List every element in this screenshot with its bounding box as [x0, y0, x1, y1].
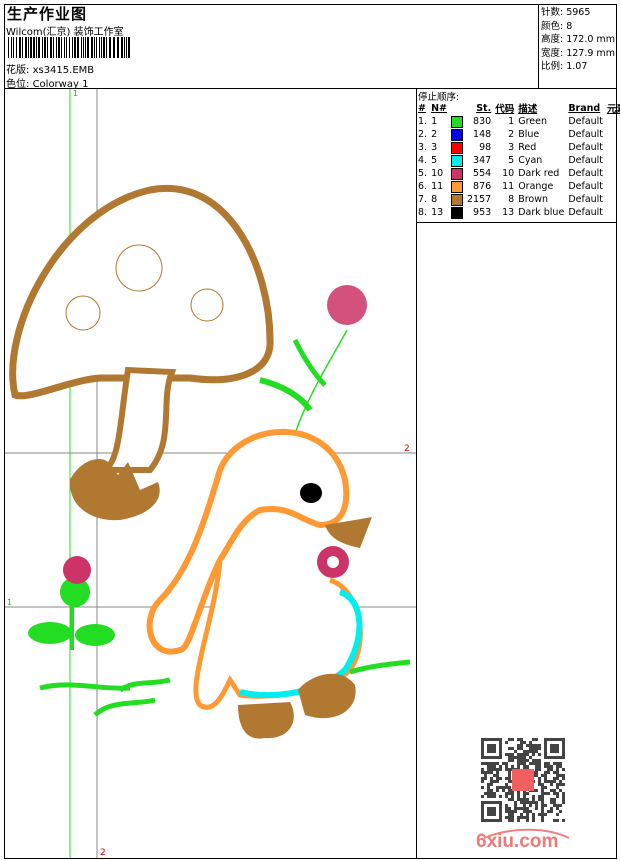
bird: [146, 428, 372, 739]
qr-code: [481, 738, 565, 822]
guide-label-h2: 2: [404, 444, 410, 454]
embroidery-canvas: 1 2 1 2: [5, 89, 416, 858]
guide-label-v1: 1: [73, 89, 78, 98]
guide-label-v2: 2: [100, 848, 106, 858]
guide-label-h1: 1: [7, 598, 12, 607]
watermark-logo: 6xiu.com: [474, 826, 574, 854]
tulip: [28, 556, 115, 650]
seal-icon: [512, 769, 534, 791]
production-sheet: 生产作业图 Wilcom(汇京) 装饰工作室 花版: xs3415.EMB 色位…: [0, 0, 620, 860]
